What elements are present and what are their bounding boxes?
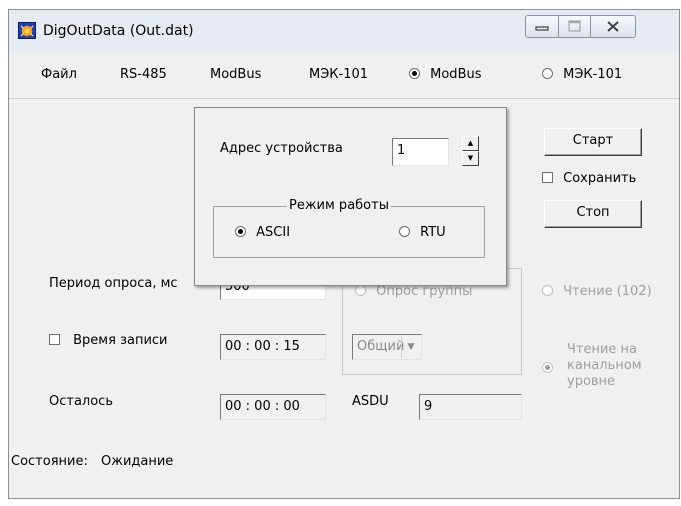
save-checkbox-label: Сохранить: [563, 171, 637, 186]
save-checkbox[interactable]: Сохранить: [542, 170, 636, 188]
read-channel-radio[interactable]: Чтение на канальном уровне: [542, 342, 657, 390]
menu-rs485[interactable]: RS-485: [120, 66, 167, 84]
address-spinner: ▲ ▼: [462, 136, 479, 167]
minimize-icon: [535, 26, 549, 31]
mode-ascii-indicator: [235, 226, 246, 237]
read-channel-label: Чтение на канальном уровне: [567, 342, 642, 389]
mode-ascii-radio[interactable]: ASCII: [235, 224, 290, 242]
title-bar: DigOutData (Out.dat): [9, 10, 679, 52]
read-102-label: Чтение (102): [563, 284, 652, 299]
read-channel-indicator: [542, 362, 553, 373]
radio-iec101-indicator: [542, 68, 553, 79]
mode-group-label: Режим работы: [287, 197, 391, 215]
group-poll-indicator: [355, 285, 366, 296]
record-time-label: Время записи: [73, 333, 168, 348]
modbus-settings-popup: Адрес устройства 1 ▲ ▼ Режим работы ASCI…: [194, 107, 507, 286]
mode-rtu-indicator: [399, 226, 410, 237]
stop-button[interactable]: Стоп: [544, 200, 642, 228]
status-value: Ожидание: [101, 454, 174, 469]
read-102-radio[interactable]: Чтение (102): [542, 283, 652, 301]
record-time-checkbox[interactable]: Время записи: [49, 332, 168, 350]
radio-modbus-label: ModBus: [430, 67, 482, 82]
group-select-value: Общий: [357, 339, 405, 354]
protocol-radio-iec101[interactable]: МЭК-101: [542, 66, 622, 84]
mode-rtu-radio[interactable]: RTU: [399, 224, 446, 242]
device-address-label: Адрес устройства: [220, 141, 343, 156]
close-icon: [607, 21, 619, 32]
asdu-label: ASDU: [352, 394, 389, 409]
menu-file[interactable]: Файл: [41, 66, 77, 84]
protocol-radio-modbus[interactable]: ModBus: [409, 66, 482, 84]
status-label: Состояние:: [11, 454, 88, 469]
close-button[interactable]: [590, 15, 636, 38]
caption-buttons: [525, 15, 675, 40]
asdu-field: 9: [419, 394, 522, 420]
spin-up-icon[interactable]: ▲: [462, 136, 479, 151]
minimize-button[interactable]: [525, 15, 559, 38]
radio-iec101-label: МЭК-101: [563, 67, 623, 82]
read-102-indicator: [542, 285, 553, 296]
menu-iec101[interactable]: МЭК-101: [309, 66, 368, 84]
group-poll-label: Опрос группы: [376, 284, 473, 299]
menu-modbus[interactable]: ModBus: [210, 66, 261, 84]
group-select[interactable]: Общий ▼: [352, 334, 422, 360]
remaining-label: Осталось: [49, 394, 113, 409]
remaining-field: 00 : 00 : 00: [220, 394, 326, 420]
maximize-icon: [568, 20, 581, 32]
app-window: DigOutData (Out.dat) Файл RS-485 ModBus …: [8, 9, 680, 499]
menu-bar: Файл RS-485 ModBus МЭК-101 ModBus МЭК-10…: [9, 52, 679, 99]
app-icon: [18, 22, 36, 39]
mode-ascii-label: ASCII: [256, 225, 291, 240]
record-time-field[interactable]: 00 : 00 : 15: [220, 334, 326, 360]
mode-rtu-label: RTU: [420, 225, 446, 240]
chevron-down-icon: ▼: [401, 336, 420, 358]
record-time-checkbox-box: [49, 334, 60, 345]
spin-down-icon[interactable]: ▼: [462, 151, 479, 166]
device-address-input[interactable]: 1: [392, 138, 449, 166]
start-button[interactable]: Старт: [544, 128, 642, 156]
window-title: DigOutData (Out.dat): [43, 23, 194, 39]
radio-modbus-indicator: [409, 68, 420, 79]
maximize-button[interactable]: [558, 15, 591, 38]
period-label: Период опроса, мс: [49, 276, 178, 291]
save-checkbox-box: [542, 172, 553, 183]
